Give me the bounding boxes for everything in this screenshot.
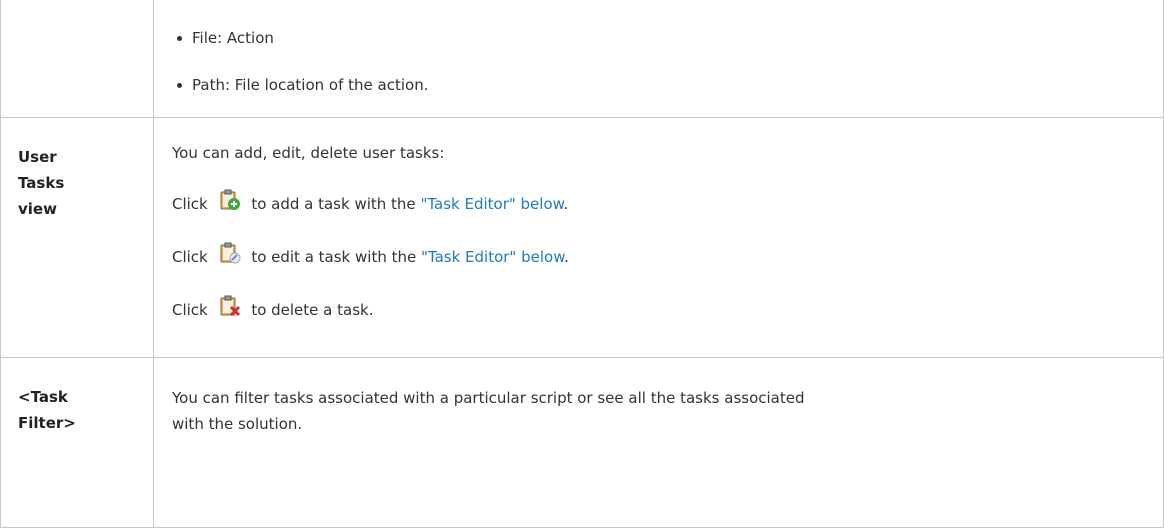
add-line: Click to add a task with the "Task Edito… (172, 189, 1163, 214)
value-cell: File: Action Path: File location of the … (153, 0, 1164, 118)
bullet-list: File: Action Path: File location of the … (172, 28, 1163, 95)
edit-line: Click to edit a task with the "Task Edit… (172, 242, 1163, 267)
row-user-tasks-view: User Tasks view You can add, edit, delet… (0, 117, 1164, 358)
add-task-icon[interactable] (219, 189, 241, 211)
click-text: Click (172, 195, 208, 213)
period: . (563, 195, 569, 213)
key-cell: User Tasks view (0, 117, 154, 358)
task-editor-link[interactable]: "Task Editor" below (420, 195, 563, 213)
delete-line: Click to delete a task. (172, 295, 1163, 320)
key-cell: <Task Filter> (0, 357, 154, 528)
value-cell: You can add, edit, delete user tasks: Cl… (153, 117, 1164, 358)
intro-text: You can add, edit, delete user tasks: (172, 144, 445, 162)
key-label-line: view (18, 200, 57, 218)
period: . (564, 248, 569, 266)
click-text: Click (172, 301, 208, 319)
filter-text-line: with the solution. (172, 415, 303, 433)
filter-text-line: You can filter tasks associated with a p… (172, 389, 805, 407)
row-file-path: File: Action Path: File location of the … (0, 0, 1164, 118)
key-label-line: Tasks (18, 174, 65, 192)
task-editor-link[interactable]: "Task Editor" below (421, 248, 564, 266)
key-label-line: Filter> (18, 414, 76, 432)
delete-text: to delete a task. (251, 301, 374, 319)
key-label-line: User (18, 148, 57, 166)
edit-text: to edit a task with the (251, 248, 417, 266)
bullet-item: Path: File location of the action. (172, 75, 1163, 95)
reference-table: File: Action Path: File location of the … (0, 0, 1164, 528)
click-text: Click (172, 248, 208, 266)
empty-key-cell (0, 0, 154, 118)
row-task-filter: <Task Filter> You can filter tasks assoc… (0, 357, 1164, 528)
edit-task-icon[interactable] (219, 242, 241, 264)
bullet-item: File: Action (172, 28, 1163, 48)
value-cell: You can filter tasks associated with a p… (153, 357, 1164, 528)
delete-task-icon[interactable] (219, 295, 241, 317)
add-text: to add a task with the (251, 195, 416, 213)
key-label-line: <Task (18, 388, 68, 406)
